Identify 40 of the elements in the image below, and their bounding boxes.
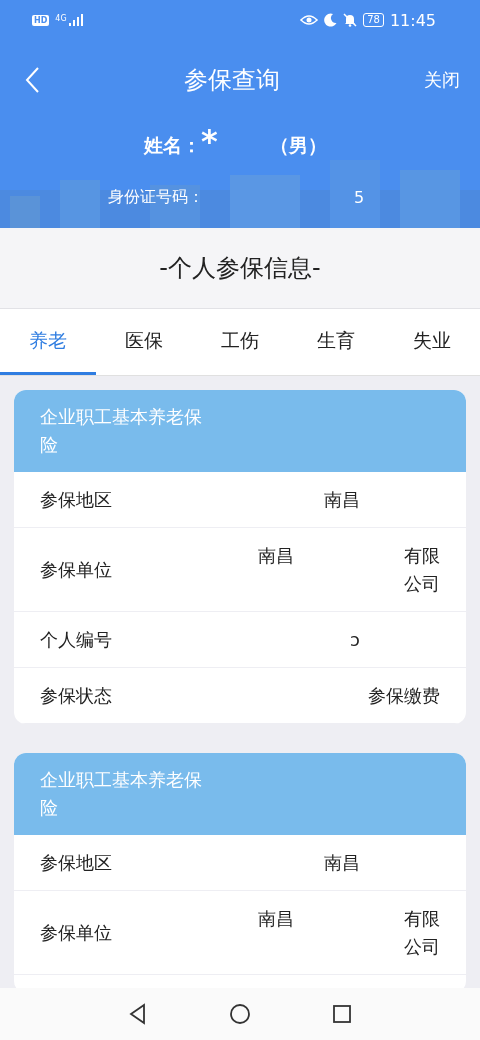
field-label: 个人编号 (40, 627, 112, 652)
network-type: 4G (55, 14, 67, 23)
field-label: 参保地区 (40, 850, 112, 875)
chevron-left-icon (24, 66, 40, 94)
id-value: 5 (354, 187, 365, 207)
signal-icon (68, 14, 85, 26)
id-label: 身份证号码： (108, 186, 204, 208)
field-value: 南昌 (324, 850, 360, 875)
tab[interactable]: 生育 (288, 309, 384, 375)
field-label: 参保单位 (40, 920, 112, 945)
battery-indicator: 78 (363, 13, 384, 27)
back-button[interactable] (24, 66, 40, 94)
clock-time: 11:45 (389, 10, 436, 30)
card-title: 企业职工基本养老保险 (40, 405, 202, 457)
card-title: 企业职工基本养老保险 (40, 768, 202, 820)
field-label: 参保地区 (40, 487, 112, 512)
field-value: 南昌 (258, 906, 294, 931)
field-value: 有限公司 (404, 906, 440, 959)
tab[interactable]: 失业 (384, 309, 480, 375)
muted-bell-icon (343, 13, 358, 27)
field-label: 参保状态 (40, 683, 112, 708)
moon-icon (324, 13, 338, 27)
field-value: 参保缴费 (368, 683, 440, 708)
field-value: 有限公司 (404, 543, 440, 596)
tab[interactable]: 医保 (96, 309, 192, 375)
field-value: 南昌 (258, 543, 294, 568)
eye-icon (300, 14, 319, 26)
name-label: 姓名： (144, 133, 201, 158)
field-label: 参保单位 (40, 557, 112, 582)
home-icon[interactable] (228, 1002, 252, 1026)
tab[interactable]: 养老 (0, 309, 96, 375)
field-value: ↄ (350, 627, 360, 652)
recents-icon[interactable] (330, 1002, 354, 1026)
section-title: -个人参保信息- (159, 253, 321, 284)
page-title: 参保查询 (184, 65, 280, 96)
network-badge: HD (32, 14, 50, 26)
gender-text: （男） (269, 133, 327, 158)
name-value: * (201, 122, 218, 160)
field-value: 南昌 (324, 487, 360, 512)
tab[interactable]: 工伤 (192, 309, 288, 375)
